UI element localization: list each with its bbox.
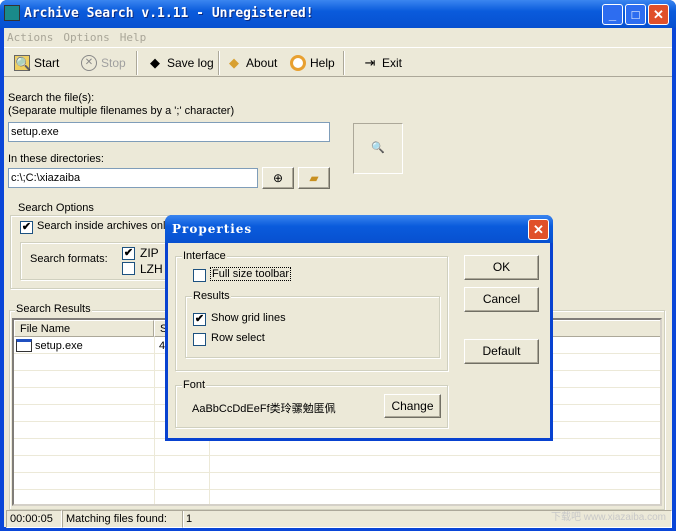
- exe-file-icon: [16, 339, 32, 352]
- book-icon: ◆: [229, 55, 239, 70]
- search-options-title: Search Options: [17, 202, 95, 214]
- results-options-title: Results: [192, 290, 231, 302]
- title-bar[interactable]: Archive Search v.1.11 - Unregistered! _ …: [0, 0, 676, 28]
- start-button[interactable]: 🔍 Start: [14, 52, 59, 74]
- toolbar: 🔍 Start ✕ Stop ◆ Save log ◆ About Help ⇥ Exit: [4, 47, 672, 77]
- add-directory-button[interactable]: ⊕: [262, 167, 294, 189]
- interface-title: Interface: [182, 250, 227, 262]
- browse-folder-button[interactable]: ▰: [298, 167, 330, 189]
- search-files-input[interactable]: setup.exe: [8, 122, 330, 142]
- dialog-close-button[interactable]: ✕: [528, 219, 549, 240]
- show-grid-lines-label: Show grid lines: [211, 312, 286, 324]
- app-icon: [4, 5, 20, 21]
- search-preview-icon: 🔍: [353, 123, 403, 174]
- menu-actions[interactable]: Actions: [7, 31, 53, 44]
- lzh-label: LZH: [140, 262, 163, 276]
- row-select-checkbox[interactable]: [193, 333, 206, 346]
- directories-label: In these directories:: [8, 153, 104, 165]
- directories-input[interactable]: c:\;C:\xiazaiba: [8, 168, 258, 188]
- full-size-toolbar-label: Full size toolbar: [210, 267, 292, 281]
- results-options-group: [185, 296, 440, 358]
- search-files-hint: (Separate multiple filenames by a ';' ch…: [8, 105, 235, 117]
- default-button[interactable]: Default: [464, 339, 539, 364]
- folder-icon: ▰: [309, 171, 319, 185]
- about-button[interactable]: ◆ About: [226, 52, 277, 74]
- exit-button[interactable]: ⇥ Exit: [362, 52, 402, 74]
- lifebuoy-icon: [290, 55, 306, 71]
- minimize-button[interactable]: _: [602, 4, 623, 25]
- cancel-button[interactable]: Cancel: [464, 287, 539, 312]
- toolbar-separator: [343, 51, 345, 75]
- zip-label: ZIP: [140, 246, 159, 260]
- search-results-title: Search Results: [15, 303, 92, 315]
- ok-button[interactable]: OK: [464, 255, 539, 280]
- stop-button[interactable]: ✕ Stop: [81, 52, 126, 74]
- dialog-title-bar[interactable]: Properties ✕: [165, 215, 553, 243]
- lzh-checkbox[interactable]: [122, 262, 135, 275]
- save-log-icon: ◆: [150, 55, 160, 70]
- table-row-empty: [14, 473, 660, 490]
- status-label: Matching files found:: [62, 510, 184, 528]
- dialog-client: Interface Full size toolbar Results ✔ Sh…: [168, 243, 550, 438]
- file-name-cell: setup.exe: [35, 340, 83, 352]
- stop-icon: ✕: [81, 55, 97, 71]
- search-files-label: Search the file(s):: [8, 92, 95, 104]
- save-log-button[interactable]: ◆ Save log: [147, 52, 214, 74]
- show-grid-lines-checkbox[interactable]: ✔: [193, 313, 206, 326]
- dialog-title: Properties: [172, 222, 253, 236]
- full-size-toolbar-checkbox[interactable]: [193, 269, 206, 282]
- search-formats-label: Search formats:: [30, 253, 108, 265]
- archives-only-label: Search inside archives only: [37, 220, 171, 232]
- change-font-button[interactable]: Change: [384, 394, 441, 418]
- help-button[interactable]: Help: [290, 52, 335, 74]
- font-title: Font: [182, 379, 207, 391]
- properties-dialog: Properties ✕ Interface Full size toolbar…: [165, 215, 553, 441]
- maximize-button[interactable]: □: [625, 4, 646, 25]
- close-icon: ✕: [533, 222, 544, 237]
- row-select-label: Row select: [211, 332, 265, 344]
- toolbar-separator: [218, 51, 220, 75]
- archives-only-checkbox[interactable]: ✔: [20, 221, 33, 234]
- status-time: 00:00:05: [6, 510, 62, 528]
- menu-bar: Actions Options Help: [7, 31, 156, 44]
- menu-options[interactable]: Options: [63, 31, 109, 44]
- table-row-empty: [14, 439, 660, 456]
- column-header-file-name[interactable]: File Name: [14, 320, 154, 337]
- table-row-empty: [14, 490, 660, 504]
- exit-door-icon: ⇥: [364, 55, 376, 70]
- zip-checkbox[interactable]: ✔: [122, 247, 135, 260]
- add-folder-icon: ⊕: [272, 171, 284, 185]
- table-row-empty: [14, 456, 660, 473]
- font-sample: AaBbCcDdEeFf类玲骡勉匿佩: [192, 403, 336, 415]
- close-button[interactable]: ✕: [648, 4, 669, 25]
- watermark: 下载吧 www.xiazaiba.com: [550, 512, 666, 523]
- search-icon: 🔍: [14, 55, 32, 71]
- window-title: Archive Search v.1.11 - Unregistered!: [24, 6, 314, 21]
- menu-help[interactable]: Help: [120, 31, 147, 44]
- toolbar-separator: [136, 51, 138, 75]
